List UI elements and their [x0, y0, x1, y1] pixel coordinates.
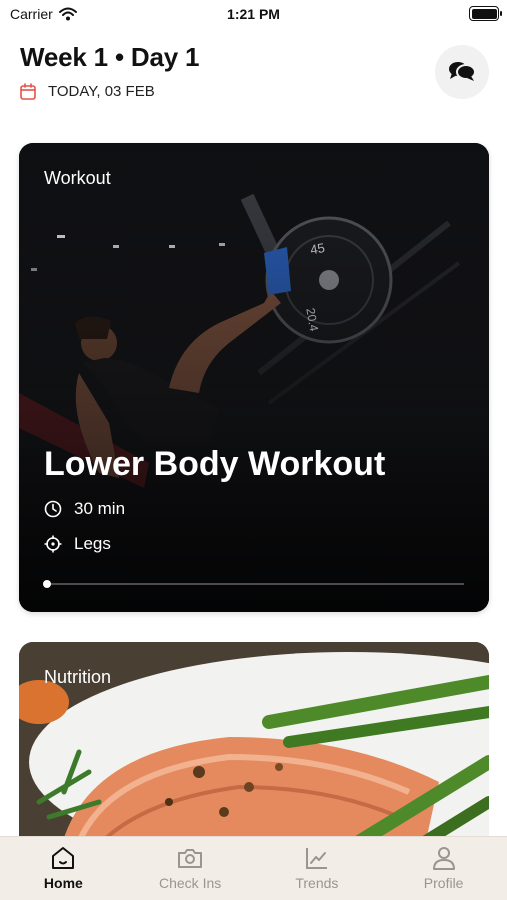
- duration-row: 30 min: [44, 499, 125, 519]
- home-icon: [52, 847, 75, 869]
- workout-title: Lower Body Workout: [44, 445, 386, 483]
- focus-row: Legs: [44, 534, 111, 554]
- battery-icon: [469, 6, 502, 21]
- workout-progress-track: [44, 583, 464, 585]
- duration-label: 30 min: [74, 499, 126, 518]
- clock: 1:21 PM: [227, 6, 280, 22]
- tab-home-label: Home: [43, 875, 83, 891]
- focus-label: Legs: [74, 534, 111, 553]
- workout-tag: Workout: [44, 168, 111, 188]
- workout-card[interactable]: 45 20.4 Workout Lower Body Workout 30 mi…: [19, 143, 489, 612]
- tab-trends-label: Trends: [295, 875, 339, 891]
- chat-button[interactable]: [435, 45, 489, 99]
- chart-icon: [305, 848, 327, 869]
- workout-progress-indicator: [43, 580, 51, 588]
- calendar-icon: [20, 83, 36, 100]
- user-icon: [432, 847, 455, 870]
- clock-icon: [44, 500, 62, 518]
- date-row: TODAY, 03 FEB: [20, 83, 155, 100]
- tab-home[interactable]: Home: [0, 837, 127, 900]
- status-bar: Carrier 1:21 PM: [0, 0, 507, 30]
- page-title: Week 1 • Day 1: [20, 42, 200, 72]
- tab-trends[interactable]: Trends: [254, 837, 381, 900]
- target-icon: [44, 535, 62, 553]
- tab-check-ins[interactable]: Check Ins: [127, 837, 254, 900]
- tab-profile-label: Profile: [423, 875, 464, 891]
- tab-profile[interactable]: Profile: [380, 837, 507, 900]
- tab-check-ins-label: Check Ins: [159, 875, 222, 891]
- nutrition-tag: Nutrition: [44, 667, 112, 687]
- chat-icon: [449, 62, 476, 81]
- date-label: TODAY, 03 FEB: [48, 83, 155, 100]
- tab-bar: Home Check Ins Trends Profile: [0, 836, 507, 900]
- camera-icon: [178, 849, 203, 868]
